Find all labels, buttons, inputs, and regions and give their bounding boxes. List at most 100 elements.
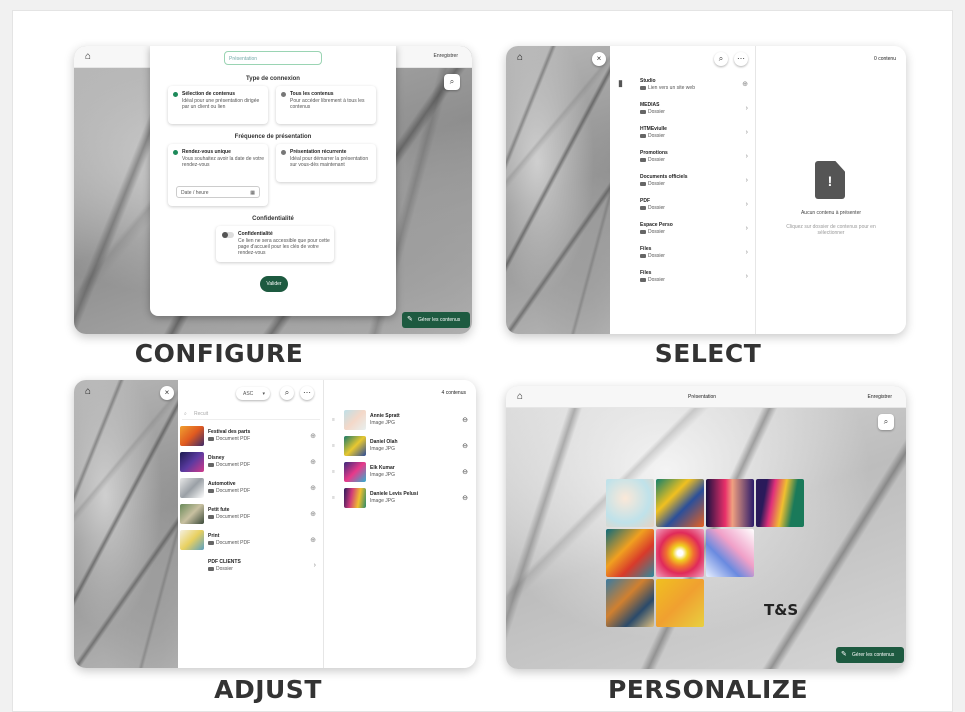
caption-configure: CONFIGURE: [134, 339, 304, 368]
thumbnail: [180, 478, 204, 498]
configure-panel: ⌂ Enregistrer ⌕ Présentation Type de con…: [74, 46, 472, 334]
selected-item[interactable]: ≡ Daniel Olah Image JPG ⊖: [324, 434, 476, 460]
chevron-right-icon: ›: [745, 201, 748, 208]
list-item[interactable]: HTMEviulle Dossier ›: [610, 122, 756, 146]
remove-icon[interactable]: ⊖: [462, 416, 468, 424]
grid-image[interactable]: [656, 529, 704, 577]
list-item[interactable]: PDF Dossier ›: [610, 194, 756, 218]
empty-file-icon: !: [815, 161, 845, 199]
section-title-frequency: Fréquence de présentation: [234, 134, 312, 140]
search-icon[interactable]: ⌕: [714, 52, 728, 66]
list-item[interactable]: Disney Document PDF ⊕: [178, 450, 324, 476]
home-icon[interactable]: ⌂: [514, 52, 526, 64]
empty-title: Aucun contenu à présenter: [800, 210, 862, 216]
grid-image[interactable]: [706, 479, 754, 527]
marble-background: [506, 46, 610, 334]
add-icon[interactable]: ⊕: [310, 484, 316, 492]
close-icon[interactable]: ×: [160, 386, 174, 400]
validate-button[interactable]: Valider: [260, 276, 288, 292]
selected-item[interactable]: ≡ Annie Spratt Image JPG ⊖: [324, 408, 476, 434]
grid-image[interactable]: [606, 529, 654, 577]
remove-icon[interactable]: ⊖: [462, 442, 468, 450]
add-icon[interactable]: ⊕: [310, 510, 316, 518]
grid-image[interactable]: [606, 579, 654, 627]
search-icon: ⌕: [184, 411, 187, 417]
list-item[interactable]: Documents officiels Dossier ›: [610, 170, 756, 194]
grid-image[interactable]: [656, 479, 704, 527]
presentation-name-input[interactable]: Présentation: [224, 51, 322, 65]
list-item[interactable]: Files Dossier ›: [610, 266, 756, 290]
search-icon[interactable]: ⌕: [280, 386, 294, 400]
add-icon[interactable]: ⊕: [310, 458, 316, 466]
list-item[interactable]: Petit fute Document PDF ⊕: [178, 502, 324, 528]
list-item[interactable]: Files Dossier ›: [610, 242, 756, 266]
manage-contents-button[interactable]: ✎ Gérer les contenus: [402, 312, 470, 328]
drag-handle-icon[interactable]: ≡: [332, 443, 335, 449]
drag-handle-icon[interactable]: ≡: [332, 417, 335, 423]
caption-select: SELECT: [654, 339, 762, 368]
thumbnail: [180, 426, 204, 446]
selected-item[interactable]: ≡ Daniele Levis Pelusi Image JPG ⊖: [324, 486, 476, 512]
radio-icon: [281, 92, 286, 97]
list-item[interactable]: ▮ Studio Lien vers un site web ⊕: [610, 74, 756, 98]
chevron-down-icon: ▾: [262, 391, 265, 397]
manage-contents-button[interactable]: ✎ Gérer les contenus: [836, 647, 904, 663]
edit-icon: ✎: [841, 651, 847, 658]
drag-handle-icon[interactable]: ≡: [332, 495, 335, 501]
home-icon[interactable]: ⌂: [82, 51, 94, 63]
search-icon[interactable]: ⌕: [444, 74, 460, 90]
section-title-confidentiality: Confidentialité: [252, 216, 294, 222]
chevron-right-icon: ›: [313, 562, 316, 569]
save-link[interactable]: Enregistrer: [868, 394, 892, 400]
drag-handle-icon[interactable]: ≡: [332, 469, 335, 475]
more-icon[interactable]: ⋯: [734, 52, 748, 66]
thumbnail: [344, 462, 366, 482]
sort-dropdown[interactable]: ASC ▾: [236, 387, 270, 400]
search-input[interactable]: ⌕ Recuit: [182, 408, 320, 420]
content-count: 0 contenu: [874, 56, 896, 62]
toggle-switch[interactable]: [222, 232, 234, 238]
close-icon[interactable]: ×: [592, 52, 606, 66]
presentation-title[interactable]: Présentation: [688, 394, 716, 400]
add-icon[interactable]: ⊕: [310, 536, 316, 544]
thumbnail: [344, 488, 366, 508]
grid-image[interactable]: [656, 579, 704, 627]
configure-modal: Présentation Type de connexion Sélection…: [150, 46, 396, 316]
brand-logo: T&S: [764, 601, 799, 619]
list-item[interactable]: Festival des parts Document PDF ⊕: [178, 424, 324, 450]
list-item[interactable]: Espace Perso Dossier ›: [610, 218, 756, 242]
list-item[interactable]: MEDIAS Dossier ›: [610, 98, 756, 122]
option-recurring[interactable]: Présentation récurrente Idéal pour démar…: [276, 144, 376, 182]
grid-image[interactable]: [606, 479, 654, 527]
selection-panel: 0 contenu ! Aucun contenu à présenter Cl…: [756, 46, 906, 334]
home-icon[interactable]: ⌂: [514, 391, 526, 403]
list-item[interactable]: Automotive Document PDF ⊕: [178, 476, 324, 502]
selected-item[interactable]: ≡ Elk Kumar Image JPG ⊖: [324, 460, 476, 486]
grid-image[interactable]: [756, 479, 804, 527]
list-item[interactable]: Promotions Dossier ›: [610, 146, 756, 170]
more-icon[interactable]: ⋯: [300, 386, 314, 400]
showcase-canvas: ⌂ Enregistrer ⌕ Présentation Type de con…: [12, 10, 953, 712]
personalize-panel: ⌂ Présentation Enregistrer ⌕ T&S ✎ Gérer…: [506, 386, 906, 669]
add-icon[interactable]: ⊕: [742, 80, 748, 88]
save-link[interactable]: Enregistrer: [434, 53, 458, 60]
list-item[interactable]: Print Document PDF ⊕: [178, 528, 324, 554]
chevron-right-icon: ›: [745, 129, 748, 136]
radio-selected-icon: [173, 92, 178, 97]
radio-selected-icon: [173, 150, 178, 155]
search-icon[interactable]: ⌕: [878, 414, 894, 430]
option-single[interactable]: Rendez-vous unique Vous souhaitez avoir …: [168, 144, 268, 206]
grid-image[interactable]: [706, 529, 754, 577]
option-all[interactable]: Tous les contenus Pour accéder librement…: [276, 86, 376, 124]
chevron-right-icon: ›: [745, 153, 748, 160]
remove-icon[interactable]: ⊖: [462, 468, 468, 476]
remove-icon[interactable]: ⊖: [462, 494, 468, 502]
option-selection[interactable]: Sélection de contenus Idéal pour une pré…: [168, 86, 268, 124]
thumbnail: [344, 436, 366, 456]
list-item[interactable]: PDF CLIENTS Dossier ›: [178, 554, 324, 580]
home-icon[interactable]: ⌂: [82, 386, 94, 398]
date-field[interactable]: Date / heure ▦: [176, 186, 260, 198]
content-list: ASC ▾ ⌕ ⋯ ⌕ Recuit Festival des parts Do…: [178, 380, 324, 668]
marble-background: [74, 380, 178, 668]
add-icon[interactable]: ⊕: [310, 432, 316, 440]
